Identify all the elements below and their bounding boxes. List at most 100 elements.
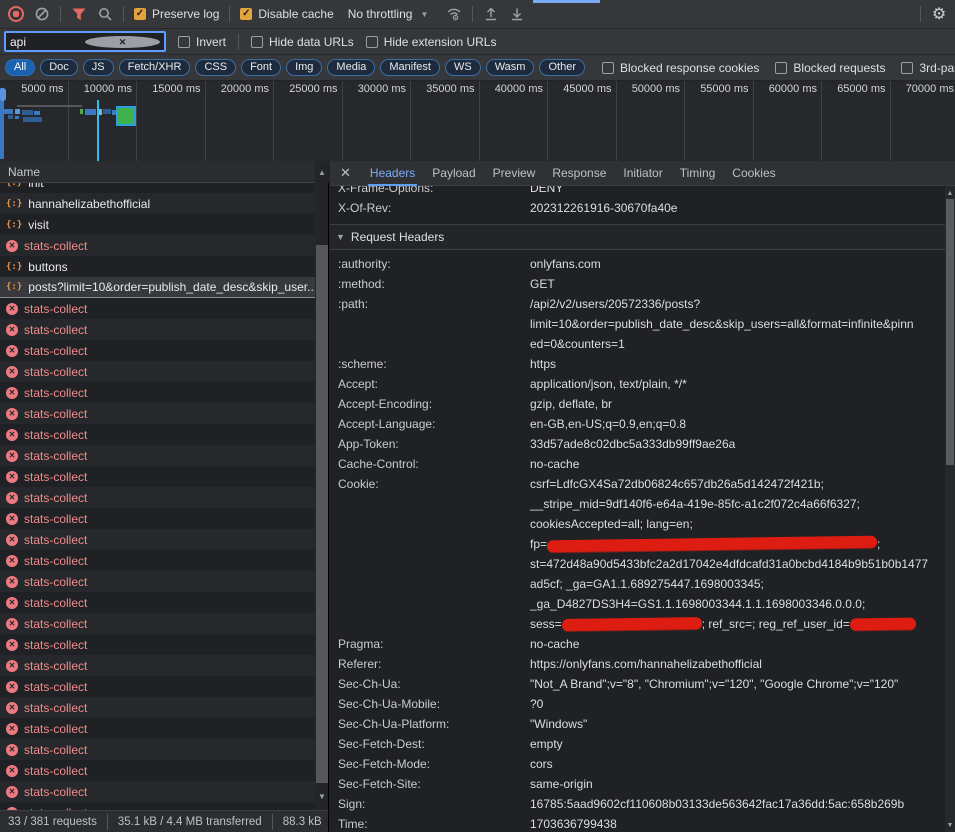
preserve-log-checkbox[interactable]: ✓ Preserve log [134,7,219,21]
filter-chip-js[interactable]: JS [83,59,114,76]
header-value-line: "Windows" [530,714,942,734]
request-row[interactable]: ✕stats-collect [0,529,315,550]
tab-headers[interactable]: Headers [370,161,415,186]
request-row[interactable]: ✕stats-collect [0,655,315,676]
record-button[interactable] [8,6,24,22]
header-name: Sec-Fetch-Site: [338,774,530,794]
triangle-down-icon: ▼ [336,225,345,249]
request-row[interactable]: ✕stats-collect [0,739,315,760]
request-failed-icon: ✕ [6,303,18,315]
tab-response[interactable]: Response [552,161,606,186]
list-scrollbar-thumb[interactable] [316,245,328,783]
filter-chip-all[interactable]: All [5,59,35,76]
request-row[interactable]: {:}visit [0,214,315,235]
filter-chip-img[interactable]: Img [286,59,322,76]
tab-preview[interactable]: Preview [493,161,536,186]
filter-chip-manifest[interactable]: Manifest [380,59,440,76]
status-bar: 33 / 381 requests 35.1 kB / 4.4 MB trans… [0,810,329,832]
import-har-icon[interactable] [483,6,499,22]
waterfall-selection-box [116,106,136,126]
request-row[interactable]: {:}init [0,183,315,193]
list-scroll-down-arrow[interactable]: ▼ [315,786,329,806]
hide-data-urls-checkbox[interactable]: Hide data URLs [251,35,354,49]
request-row[interactable]: ✕stats-collect [0,361,315,382]
header-name: Cache-Control: [338,454,530,474]
header-row: X-Frame-Options:DENY [330,186,945,198]
header-value: 202312261916-30670fa40e [530,198,942,218]
hide-extension-urls-checkbox[interactable]: Hide extension URLs [366,35,497,49]
export-har-icon[interactable] [509,6,525,22]
detail-scroll-up-arrow[interactable]: ▲ [945,187,955,199]
request-row[interactable]: ✕stats-collect [0,781,315,802]
request-row[interactable]: ✕stats-collect [0,613,315,634]
invert-checkbox[interactable]: Invert [178,35,226,49]
network-conditions-icon[interactable] [446,6,462,22]
header-value-line: same-origin [530,774,942,794]
tab-timing[interactable]: Timing [680,161,716,186]
filter-chip-ws[interactable]: WS [445,59,481,76]
clear-filter-icon[interactable]: ✕ [85,36,160,48]
request-row[interactable]: ✕stats-collect [0,466,315,487]
request-name: stats-collect [24,764,87,778]
detail-scroll-down-arrow[interactable]: ▼ [945,819,955,831]
checkbox-blocked-requests[interactable]: Blocked requests [775,61,885,75]
header-row: Cookie:csrf=LdfcGX4Sa72db06824c657db26a5… [330,474,945,634]
tab-payload[interactable]: Payload [432,161,475,186]
detail-scrollbar-thumb[interactable] [946,199,954,465]
filter-chip-other[interactable]: Other [539,59,585,76]
request-row[interactable]: ✕stats-collect [0,487,315,508]
request-row[interactable]: ✕stats-collect [0,235,315,256]
filter-chip-media[interactable]: Media [327,59,375,76]
filter-chip-font[interactable]: Font [241,59,281,76]
request-row[interactable]: ✕stats-collect [0,760,315,781]
header-value-line: no-cache [530,454,942,474]
request-row[interactable]: ✕stats-collect [0,403,315,424]
request-row[interactable]: ✕stats-collect [0,298,315,319]
request-name: stats-collect [24,575,87,589]
request-row[interactable]: ✕stats-collect [0,571,315,592]
request-row[interactable]: ✕stats-collect [0,802,315,810]
request-row[interactable]: ✕stats-collect [0,319,315,340]
tab-initiator[interactable]: Initiator [623,161,662,186]
request-row[interactable]: ✕stats-collect [0,718,315,739]
request-row[interactable]: ✕stats-collect [0,382,315,403]
header-value: no-cache [530,634,942,654]
request-name: stats-collect [24,659,87,673]
request-row[interactable]: {:}posts?limit=10&order=publish_date_des… [0,277,315,298]
filter-chip-doc[interactable]: Doc [40,59,78,76]
search-icon[interactable] [97,6,113,22]
request-row[interactable]: ✕stats-collect [0,592,315,613]
disable-cache-checkbox[interactable]: ✓ Disable cache [240,7,333,21]
filter-icon[interactable] [71,6,87,22]
checkbox-3rd-party-requests[interactable]: 3rd-party requests [901,61,955,75]
filter-chip-css[interactable]: CSS [195,59,236,76]
timeline-tick-label: 55000 ms [685,81,754,161]
request-row[interactable]: ✕stats-collect [0,697,315,718]
header-row: Pragma:no-cache [330,634,945,654]
request-row[interactable]: ✕stats-collect [0,634,315,655]
filter-chip-fetch-xhr[interactable]: Fetch/XHR [119,59,191,76]
list-scroll-up-arrow[interactable]: ▲ [315,161,329,183]
close-icon[interactable]: ✕ [340,165,351,181]
request-row[interactable]: ✕stats-collect [0,550,315,571]
settings-gear-icon[interactable]: ⚙ [931,6,947,22]
request-row[interactable]: {:}hannahelizabethofficial [0,193,315,214]
name-column-header[interactable]: Name [0,161,329,183]
request-headers-section[interactable]: ▼ Request Headers [330,224,945,250]
request-row[interactable]: ✕stats-collect [0,445,315,466]
request-row[interactable]: ✕stats-collect [0,676,315,697]
network-overview[interactable]: 5000 ms10000 ms15000 ms20000 ms25000 ms3… [0,81,955,162]
tab-cookies[interactable]: Cookies [732,161,775,186]
throttling-dropdown[interactable]: No throttling ▼ [348,7,429,21]
request-row[interactable]: ✕stats-collect [0,508,315,529]
filter-chip-wasm[interactable]: Wasm [486,59,535,76]
request-row[interactable]: {:}buttons [0,256,315,277]
request-row[interactable]: ✕stats-collect [0,424,315,445]
detail-scrollbar[interactable]: ▲ ▼ [945,186,955,832]
list-scrollbar[interactable]: ▼ [315,183,329,810]
overview-drag-knob[interactable] [0,88,6,101]
filter-input[interactable]: api ✕ [4,31,166,52]
request-row[interactable]: ✕stats-collect [0,340,315,361]
checkbox-blocked-response-cookies[interactable]: Blocked response cookies [602,61,759,75]
clear-button[interactable] [34,6,50,22]
